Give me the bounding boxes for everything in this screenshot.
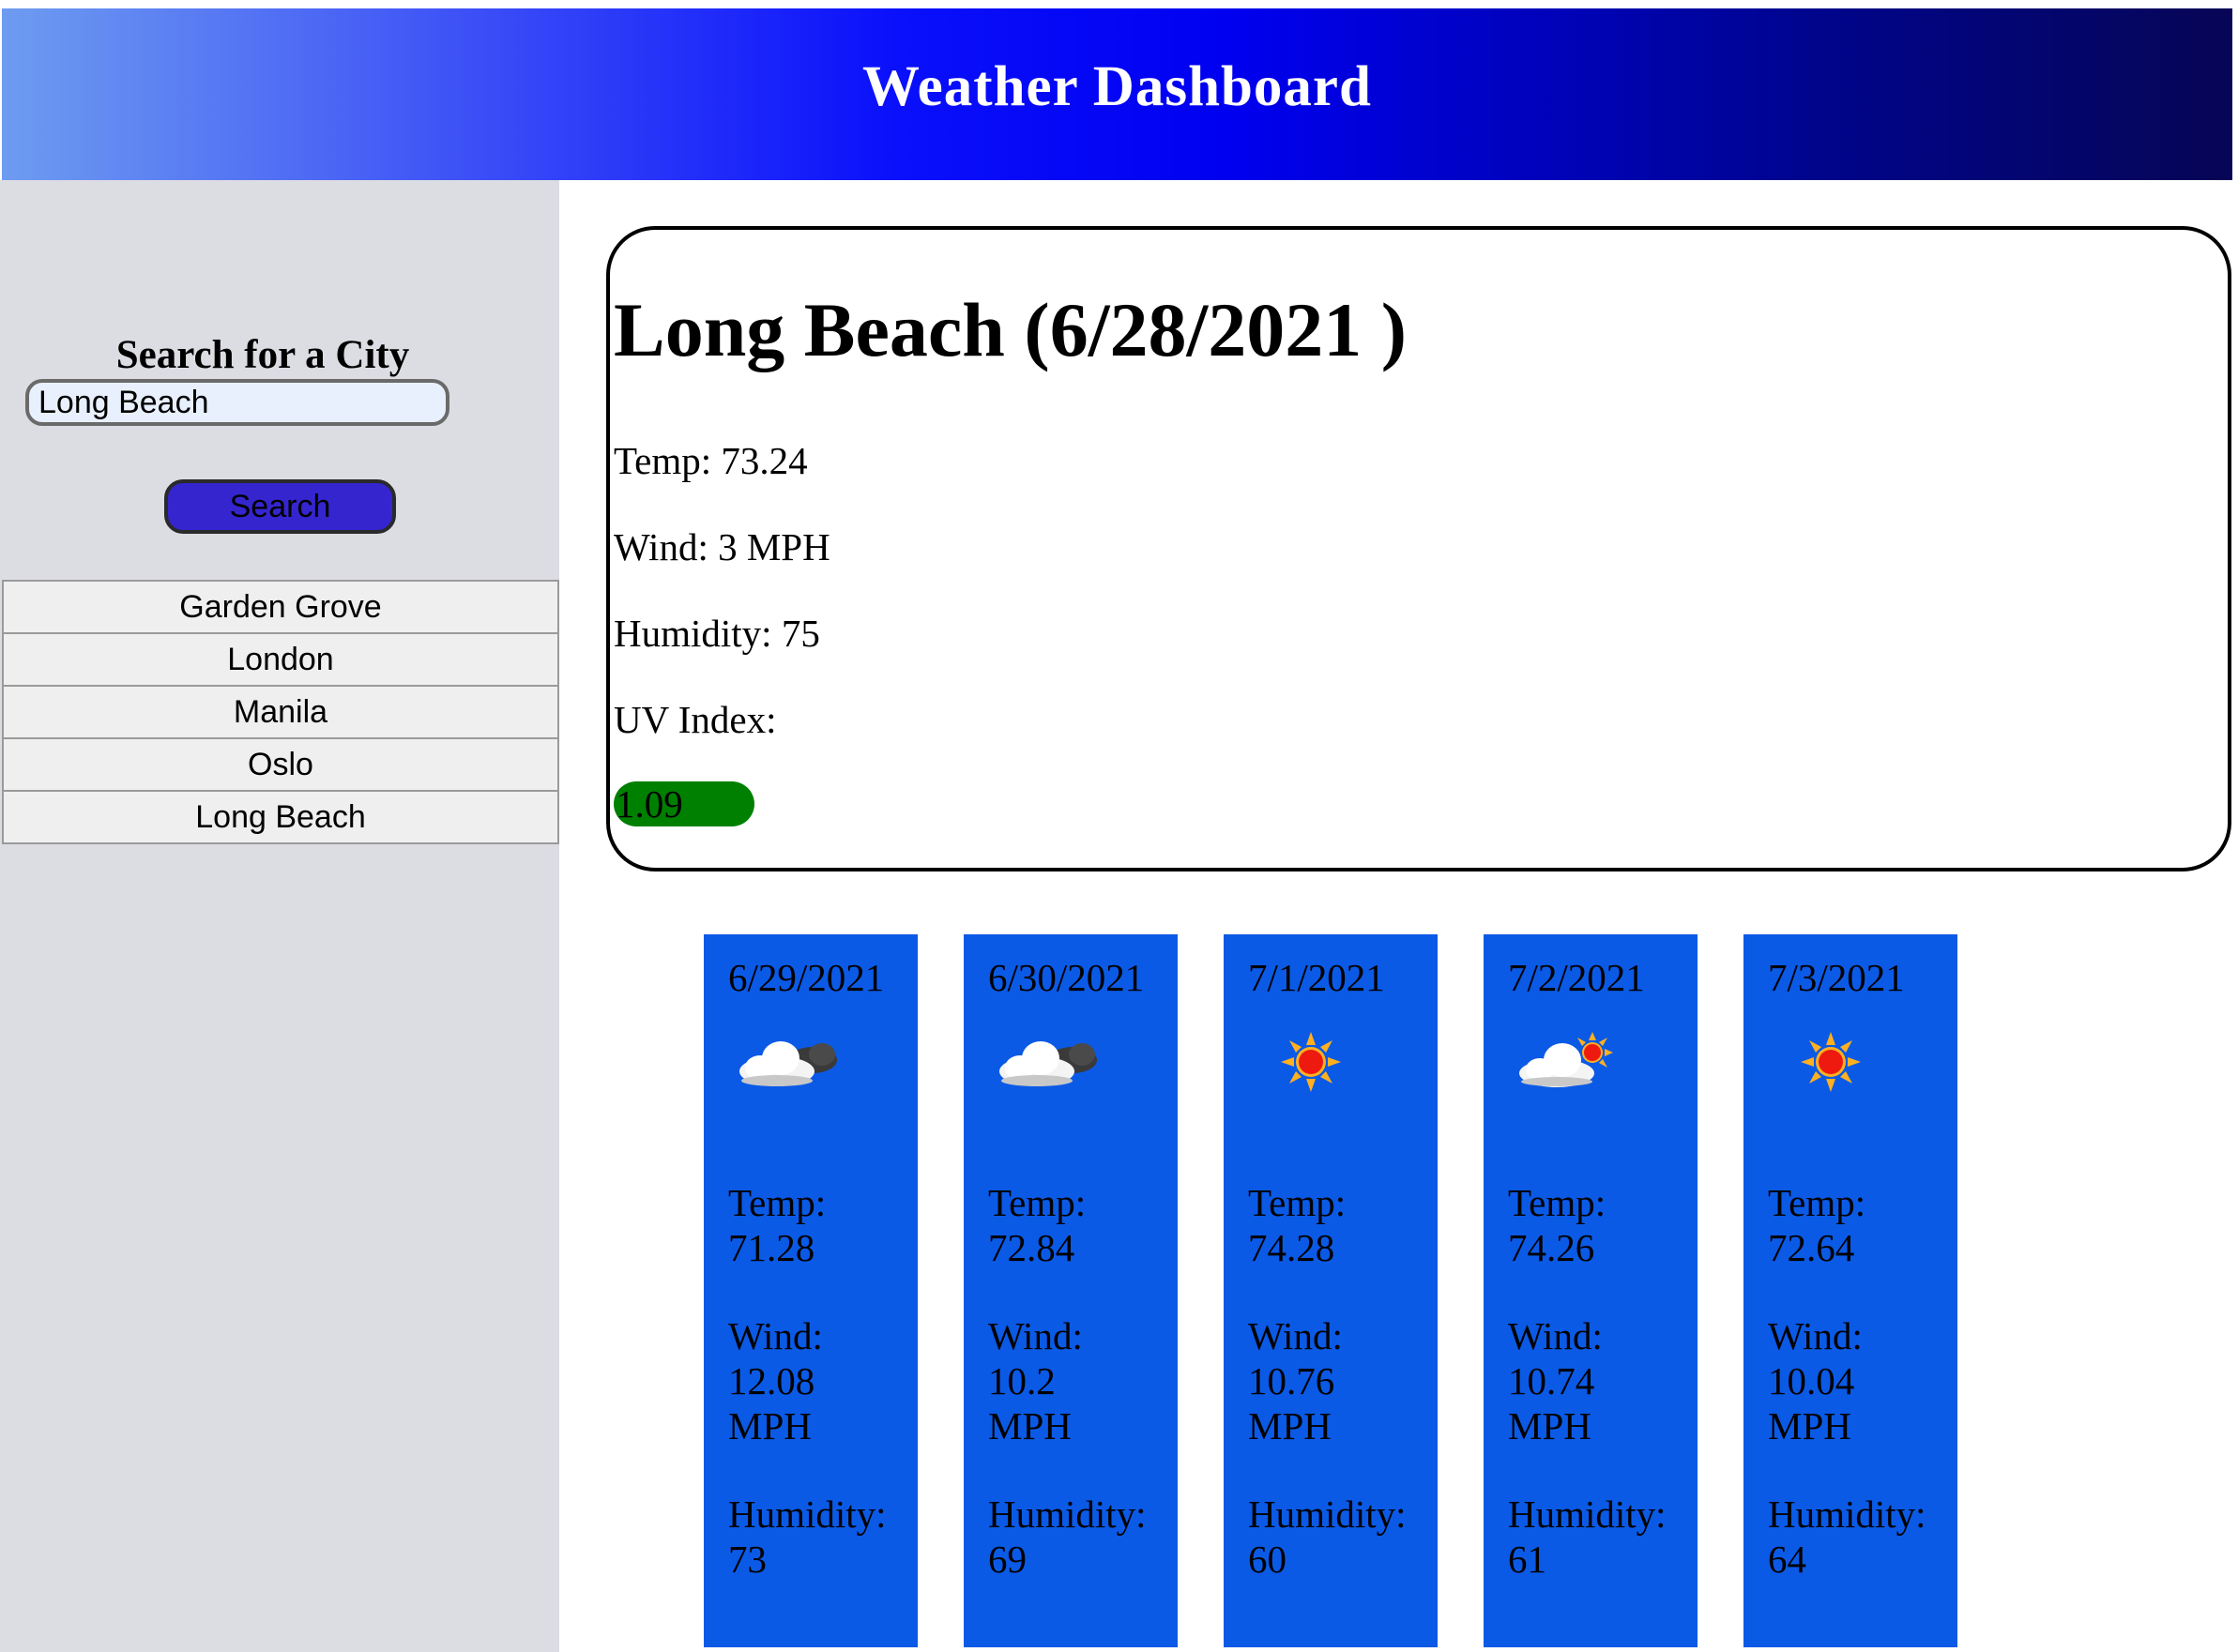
current-temp: Temp: 73.24 <box>614 439 808 482</box>
search-input[interactable] <box>25 379 449 426</box>
search-history: Garden Grove London Manila Oslo Long Bea… <box>2 580 559 844</box>
forecast-humidity: 73 <box>728 1538 767 1581</box>
forecast-humidity-label: Humidity: <box>988 1493 1147 1536</box>
current-city-heading: Long Beach (6/28/2021 ) <box>614 287 1408 372</box>
forecast-card: 7/3/2021 Temp: 72.64 Wind: 10.04 MPH Hum… <box>1743 934 1957 1647</box>
sidebar: Search for a City Search Garden Grove Lo… <box>0 180 559 1652</box>
forecast-wind-label: Wind: <box>988 1314 1083 1357</box>
forecast-humidity-label: Humidity: <box>1508 1493 1667 1536</box>
forecast-humidity: 69 <box>988 1538 1027 1581</box>
forecast-card: 7/1/2021 Temp: 74.28 Wind: 10.76 MPH Hum… <box>1224 934 1438 1647</box>
history-item-oslo[interactable]: Oslo <box>2 737 559 792</box>
forecast-card: 6/30/2021 Temp: 72.84 Wind: 10.2 MPH Hum… <box>964 934 1178 1647</box>
forecast-temp-label: Temp: <box>1508 1181 1606 1224</box>
cloudy-icon <box>999 1041 1097 1086</box>
forecast-humidity: 64 <box>1768 1538 1806 1581</box>
page-title: Weather Dashboard <box>862 54 1372 118</box>
forecast-humidity-label: Humidity: <box>1768 1493 1926 1536</box>
forecast-date: 7/1/2021 <box>1248 956 1385 999</box>
current-humidity: Humidity: 75 <box>614 612 820 655</box>
forecast-wind-unit: MPH <box>1508 1404 1591 1447</box>
forecast-humidity: 61 <box>1508 1538 1546 1581</box>
forecast-date: 7/3/2021 <box>1768 956 1905 999</box>
forecast-wind: 10.76 <box>1248 1359 1335 1402</box>
forecast-wind-label: Wind: <box>1248 1314 1343 1357</box>
forecast-humidity-label: Humidity: <box>1248 1493 1407 1536</box>
forecast-temp: 74.28 <box>1248 1226 1335 1269</box>
forecast-wind: 10.2 <box>988 1359 1056 1402</box>
forecast-date: 6/29/2021 <box>728 956 885 999</box>
forecast-temp-label: Temp: <box>1248 1181 1347 1224</box>
uv-index-label: UV Index: <box>614 698 777 741</box>
search-label: Search for a City <box>115 333 410 377</box>
search-button[interactable]: Search <box>164 479 396 534</box>
current-weather-card: Long Beach (6/28/2021 ) Temp: 73.24 Wind… <box>606 226 2231 871</box>
forecast-wind: 12.08 <box>728 1359 815 1402</box>
forecast-wind: 10.04 <box>1768 1359 1855 1402</box>
header-banner: Weather Dashboard <box>2 8 2232 180</box>
sun-icon <box>1801 1032 1861 1092</box>
forecast-temp-label: Temp: <box>1768 1181 1866 1224</box>
uv-index-badge: 1.09 <box>614 781 754 826</box>
forecast-temp: 71.28 <box>728 1226 815 1269</box>
forecast-wind: 10.74 <box>1508 1359 1595 1402</box>
forecast-temp: 72.64 <box>1768 1226 1855 1269</box>
forecast-temp: 74.26 <box>1508 1226 1595 1269</box>
forecast-wind-unit: MPH <box>1768 1404 1851 1447</box>
forecast-card: 6/29/2021 Temp: 71.28 Wind: 12.08 MPH Hu… <box>704 934 918 1647</box>
history-item-london[interactable]: London <box>2 632 559 687</box>
forecast-wind-label: Wind: <box>1768 1314 1863 1357</box>
forecast-wind-label: Wind: <box>728 1314 823 1357</box>
forecast-temp-label: Temp: <box>988 1181 1087 1224</box>
forecast-wind-unit: MPH <box>728 1404 812 1447</box>
partly-cloudy-icon <box>1519 1032 1613 1087</box>
forecast-date: 6/30/2021 <box>988 956 1145 999</box>
forecast-temp: 72.84 <box>988 1226 1075 1269</box>
forecast-temp-label: Temp: <box>728 1181 827 1224</box>
forecast-wind-unit: MPH <box>988 1404 1072 1447</box>
forecast-card: 7/2/2021 Temp: 74.26 Wind: 10.74 MPH Hum… <box>1484 934 1698 1647</box>
forecast-wind-unit: MPH <box>1248 1404 1332 1447</box>
current-wind: Wind: 3 MPH <box>614 525 830 568</box>
forecast-humidity: 60 <box>1248 1538 1286 1581</box>
forecast-wind-label: Wind: <box>1508 1314 1603 1357</box>
sun-icon <box>1281 1032 1341 1092</box>
history-item-long-beach[interactable]: Long Beach <box>2 790 559 844</box>
forecast-humidity-label: Humidity: <box>728 1493 887 1536</box>
cloudy-icon <box>739 1041 837 1086</box>
forecast-date: 7/2/2021 <box>1508 956 1645 999</box>
history-item-garden-grove[interactable]: Garden Grove <box>2 580 559 634</box>
history-item-manila[interactable]: Manila <box>2 685 559 739</box>
